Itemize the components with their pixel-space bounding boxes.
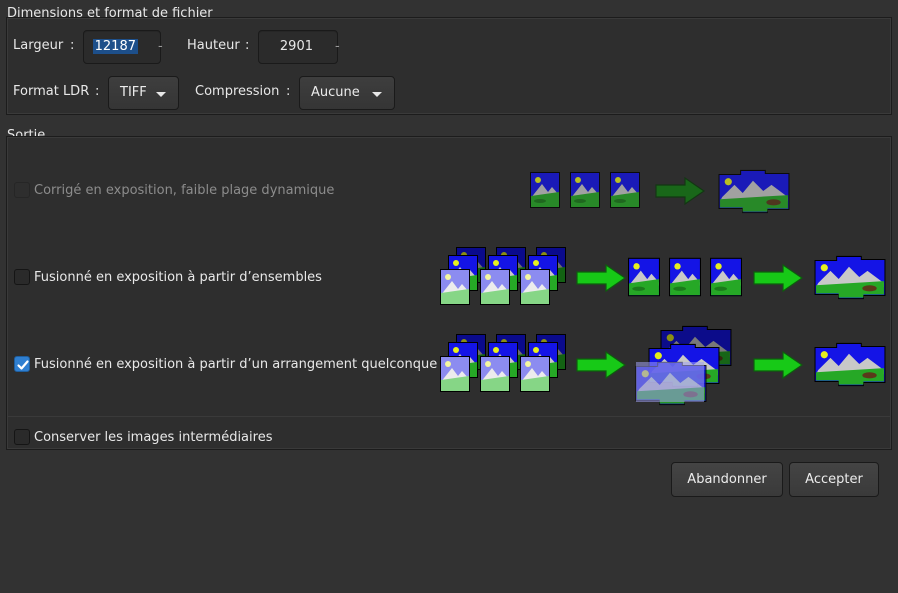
option-fused-stacks-label[interactable]: Fusionné en exposition à partir d’ensemb… <box>34 270 322 285</box>
option-fused-any-arrangement-label[interactable]: Fusionné en exposition à partir d’un arr… <box>34 357 437 372</box>
height-spinbox[interactable]: 2901 - <box>258 30 341 64</box>
accept-button[interactable]: Accepter <box>789 462 879 497</box>
output-separator <box>8 416 890 417</box>
width-spinbox[interactable]: 12187 - <box>83 30 164 64</box>
cancel-button[interactable]: Abandonner <box>671 462 783 497</box>
height-colon: : <box>245 38 250 53</box>
width-decrement-button[interactable]: - <box>158 39 164 54</box>
height-label: Hauteur <box>187 38 240 53</box>
chevron-down-icon <box>372 92 382 97</box>
fused-stacks-illustration <box>440 247 886 305</box>
ldr-format-dropdown[interactable]: TIFF <box>108 76 179 110</box>
option-fused-stacks-checkbox[interactable] <box>14 269 30 285</box>
fused-any-arrangement-illustration <box>440 322 886 407</box>
compression-label: Compression <box>195 84 280 99</box>
compression-dropdown[interactable]: Aucune <box>299 76 395 110</box>
low-dynamic-range-illustration <box>530 169 790 214</box>
ldr-format-colon: : <box>95 84 100 99</box>
height-value[interactable]: 2901 <box>278 39 315 54</box>
compression-value: Aucune <box>311 85 360 100</box>
option-keep-intermediates-checkbox[interactable] <box>14 429 30 445</box>
option-low-dynamic-range-label[interactable]: Corrigé en exposition, faible plage dyna… <box>34 183 334 198</box>
option-low-dynamic-range-checkbox[interactable] <box>14 182 30 198</box>
chevron-down-icon <box>156 92 166 97</box>
ldr-format-label: Format LDR <box>13 84 90 99</box>
width-value[interactable]: 12187 <box>92 39 138 54</box>
ldr-format-value: TIFF <box>120 85 147 100</box>
option-fused-any-arrangement-checkbox[interactable] <box>14 356 30 372</box>
width-colon: : <box>70 38 75 53</box>
checkmark-icon <box>17 360 29 370</box>
compression-colon: : <box>286 84 291 99</box>
height-decrement-button[interactable]: - <box>335 39 341 54</box>
width-label: Largeur <box>13 38 64 53</box>
option-keep-intermediates-label[interactable]: Conserver les images intermédiaires <box>34 430 272 445</box>
